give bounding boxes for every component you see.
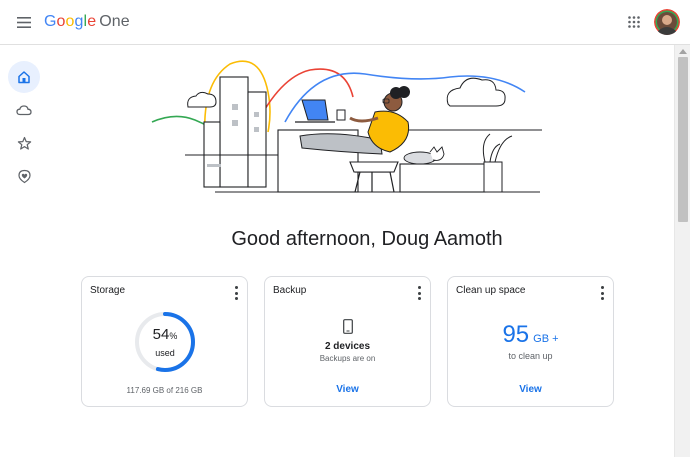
support-heart-icon bbox=[17, 169, 31, 183]
backup-card[interactable]: Backup 2 devices Backups are on View bbox=[264, 276, 431, 407]
storage-usage-text: 117.69 GB of 216 GB bbox=[126, 386, 203, 395]
storage-used-label: used bbox=[155, 348, 175, 358]
account-avatar[interactable] bbox=[654, 9, 680, 35]
nav-home[interactable] bbox=[8, 61, 40, 93]
backup-card-title: Backup bbox=[273, 285, 307, 296]
nav-support[interactable] bbox=[8, 160, 40, 192]
cleanup-card[interactable]: Clean up space 95 GB + to clean up View bbox=[447, 276, 614, 407]
scroll-up-arrow-icon[interactable] bbox=[679, 49, 687, 54]
vertical-scrollbar[interactable] bbox=[674, 45, 690, 457]
backup-status: Backups are on bbox=[319, 354, 376, 363]
greeting-heading: Good afternoon, Doug Aamoth bbox=[231, 228, 503, 250]
storage-card-more-options-icon[interactable] bbox=[231, 286, 241, 300]
backup-view-link[interactable]: View bbox=[265, 384, 430, 395]
cleanup-card-title: Clean up space bbox=[456, 285, 526, 296]
backup-device-count: 2 devices bbox=[324, 341, 371, 352]
cleanup-subtext: to clean up bbox=[508, 351, 553, 361]
storage-percent: 54% bbox=[152, 326, 178, 343]
hamburger-menu-icon bbox=[17, 16, 31, 28]
cleanup-card-more-options-icon[interactable] bbox=[597, 286, 607, 300]
phone-icon bbox=[343, 319, 353, 334]
main-menu-button[interactable] bbox=[12, 10, 36, 34]
nav-storage[interactable] bbox=[8, 94, 40, 126]
nav-benefits[interactable] bbox=[8, 127, 40, 159]
storage-card-title: Storage bbox=[90, 285, 126, 296]
backup-card-more-options-icon[interactable] bbox=[414, 286, 424, 300]
google-apps-button[interactable] bbox=[624, 12, 644, 32]
storage-card[interactable]: Storage 54% used 117.69 GB of 216 GB bbox=[81, 276, 248, 407]
home-icon bbox=[18, 71, 30, 84]
cloud-icon bbox=[16, 105, 32, 116]
side-navigation bbox=[0, 45, 48, 457]
top-app-bar: Google One bbox=[0, 0, 690, 45]
star-icon bbox=[17, 136, 31, 150]
cleanup-amount: 95 GB + bbox=[502, 321, 559, 348]
cleanup-view-link[interactable]: View bbox=[448, 384, 613, 395]
hero-illustration bbox=[150, 52, 545, 202]
scrollbar-thumb[interactable] bbox=[678, 57, 688, 222]
google-one-logo[interactable]: Google One bbox=[44, 12, 130, 32]
apps-grid-icon bbox=[628, 16, 640, 28]
